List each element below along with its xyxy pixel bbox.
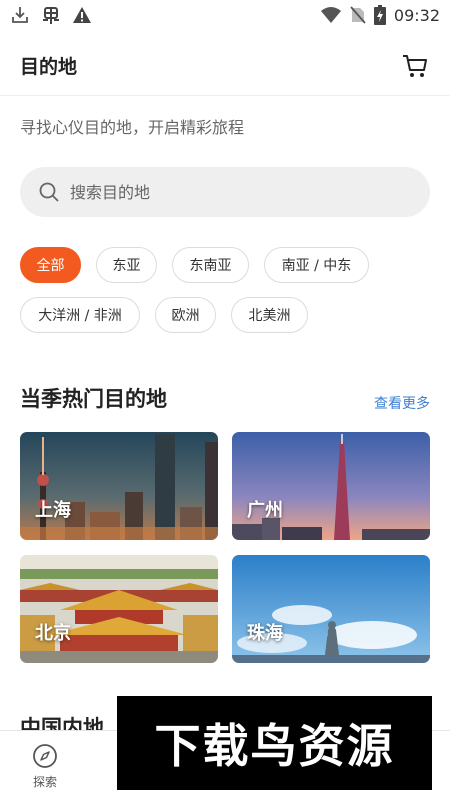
search-bar[interactable] bbox=[20, 167, 430, 217]
status-bar: 09:32 bbox=[0, 0, 450, 30]
beijing-image bbox=[20, 555, 218, 663]
filter-chip-label: 北美洲 bbox=[248, 308, 291, 324]
watermark-banner: 下载鸟资源 bbox=[117, 696, 432, 790]
destination-card-shanghai[interactable]: 上海 bbox=[20, 432, 218, 540]
card-city-name: 广州 bbox=[247, 500, 283, 521]
warning-icon bbox=[73, 7, 91, 23]
filter-chip-europe[interactable]: 欧洲 bbox=[155, 297, 216, 333]
filter-chip-label: 南亚 / 中东 bbox=[281, 258, 352, 274]
search-icon bbox=[39, 182, 59, 202]
destination-card-guangzhou[interactable]: 广州 bbox=[232, 432, 430, 540]
filter-chip-oceania-africa[interactable]: 大洋洲 / 非洲 bbox=[20, 297, 140, 333]
shanghai-image bbox=[20, 432, 218, 540]
wifi-icon bbox=[320, 7, 341, 23]
filter-chip-label: 东南亚 bbox=[189, 258, 232, 274]
page-title: 目的地 bbox=[20, 56, 78, 78]
battery-icon bbox=[373, 5, 386, 25]
zhuhai-image bbox=[232, 555, 430, 663]
see-more-link[interactable]: 查看更多 bbox=[374, 393, 430, 413]
card-city-name: 珠海 bbox=[247, 623, 283, 644]
filter-chip-north-america[interactable]: 北美洲 bbox=[231, 297, 308, 333]
filter-chip-label: 东亚 bbox=[112, 258, 141, 274]
status-right: 09:32 bbox=[320, 5, 440, 25]
nav-item-label: 探索 bbox=[32, 775, 57, 789]
compass-icon bbox=[33, 744, 57, 768]
page-subtitle: 寻找心仪目的地，开启精彩旅程 bbox=[20, 118, 245, 137]
cart-button[interactable] bbox=[400, 51, 430, 81]
filter-chip-all[interactable]: 全部 bbox=[20, 247, 81, 283]
watermark-text: 下载鸟资源 bbox=[154, 719, 395, 773]
card-city-name: 上海 bbox=[35, 500, 71, 521]
header: 目的地 bbox=[0, 36, 450, 96]
destination-card-zhuhai[interactable]: 珠海 bbox=[232, 555, 430, 663]
download-icon bbox=[12, 7, 28, 23]
filter-chip-label: 欧洲 bbox=[171, 308, 200, 324]
section-title-hot: 当季热门目的地 bbox=[20, 387, 167, 411]
filter-chip-east-asia[interactable]: 东亚 bbox=[96, 247, 157, 283]
filter-chip-label: 大洋洲 / 非洲 bbox=[38, 308, 122, 324]
filter-chip-label: 全部 bbox=[36, 258, 65, 274]
status-left bbox=[10, 4, 92, 26]
nav-item-explore[interactable]: 探索 bbox=[22, 743, 68, 790]
destination-card-beijing[interactable]: 北京 bbox=[20, 555, 218, 663]
filter-chip-southeast-asia[interactable]: 东南亚 bbox=[172, 247, 249, 283]
card-city-name: 北京 bbox=[35, 623, 71, 644]
bug-icon bbox=[43, 7, 59, 24]
cart-icon bbox=[403, 54, 427, 77]
filter-chip-south-asia-middle-east[interactable]: 南亚 / 中东 bbox=[264, 247, 369, 283]
search-input[interactable] bbox=[70, 182, 390, 202]
status-time: 09:32 bbox=[393, 5, 440, 25]
no-sim-icon bbox=[350, 6, 366, 24]
guangzhou-image bbox=[232, 432, 430, 540]
